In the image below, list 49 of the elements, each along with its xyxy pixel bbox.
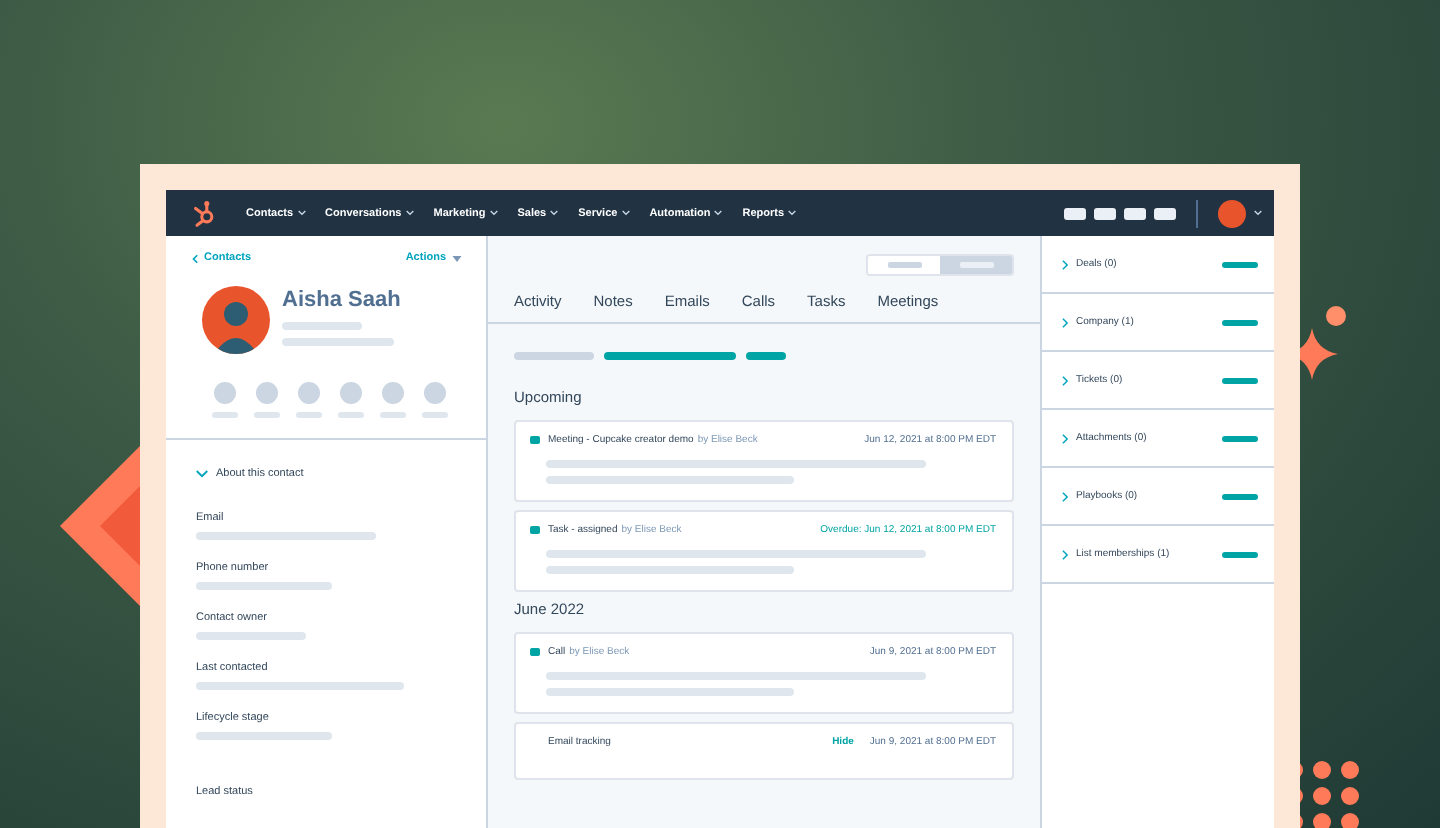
field-value-placeholder (196, 732, 332, 740)
caret-icon (489, 210, 498, 216)
chevron-left-icon (192, 253, 198, 263)
add-button-placeholder[interactable] (1222, 493, 1258, 499)
caret-icon (550, 210, 559, 216)
chevron-right-icon (1062, 259, 1068, 269)
text-placeholder (212, 412, 238, 418)
toolbar-button[interactable] (1094, 207, 1116, 219)
caret-icon (621, 210, 630, 216)
chevron-right-icon (1062, 549, 1068, 559)
text-placeholder (282, 322, 362, 330)
sprocket-logo-icon (190, 199, 218, 227)
caret-icon[interactable] (1254, 210, 1262, 216)
filter-placeholder[interactable] (746, 352, 786, 360)
chevron-right-icon (1062, 317, 1068, 327)
caret-icon (714, 210, 723, 216)
chevron-right-icon (1062, 433, 1068, 443)
activity-icon (530, 648, 540, 656)
chevron-down-icon (196, 470, 208, 478)
chevron-right-icon (1062, 375, 1068, 385)
add-button-placeholder[interactable] (1222, 319, 1258, 325)
view-toggle[interactable] (868, 256, 940, 274)
activity-icon (530, 526, 540, 534)
add-button-placeholder[interactable] (1222, 435, 1258, 441)
add-button-placeholder[interactable] (1222, 377, 1258, 383)
view-toggle[interactable] (940, 256, 1012, 274)
activity-icon (530, 436, 540, 444)
toolbar-button[interactable] (1064, 207, 1086, 219)
caret-icon (788, 210, 797, 216)
text-placeholder (338, 412, 364, 418)
contact-name: Aisha Saah (282, 288, 401, 312)
chevron-right-icon (1062, 491, 1068, 501)
caret-icon (297, 210, 306, 216)
avatar-icon (202, 286, 270, 354)
text-placeholder (254, 412, 280, 418)
toolbar-button[interactable] (1124, 207, 1146, 219)
dot-shape (1326, 306, 1346, 326)
text-placeholder (422, 412, 448, 418)
text-placeholder (282, 338, 394, 346)
text-placeholder (380, 412, 406, 418)
add-button-placeholder[interactable] (1222, 551, 1258, 557)
add-button-placeholder[interactable] (1222, 261, 1258, 267)
field-value-placeholder (196, 632, 306, 640)
caret-icon (452, 255, 462, 261)
field-value-placeholder (196, 582, 332, 590)
toolbar-button[interactable] (1154, 207, 1176, 219)
text-placeholder (296, 412, 322, 418)
caret-icon (405, 210, 414, 216)
avatar-icon[interactable] (1218, 199, 1246, 227)
